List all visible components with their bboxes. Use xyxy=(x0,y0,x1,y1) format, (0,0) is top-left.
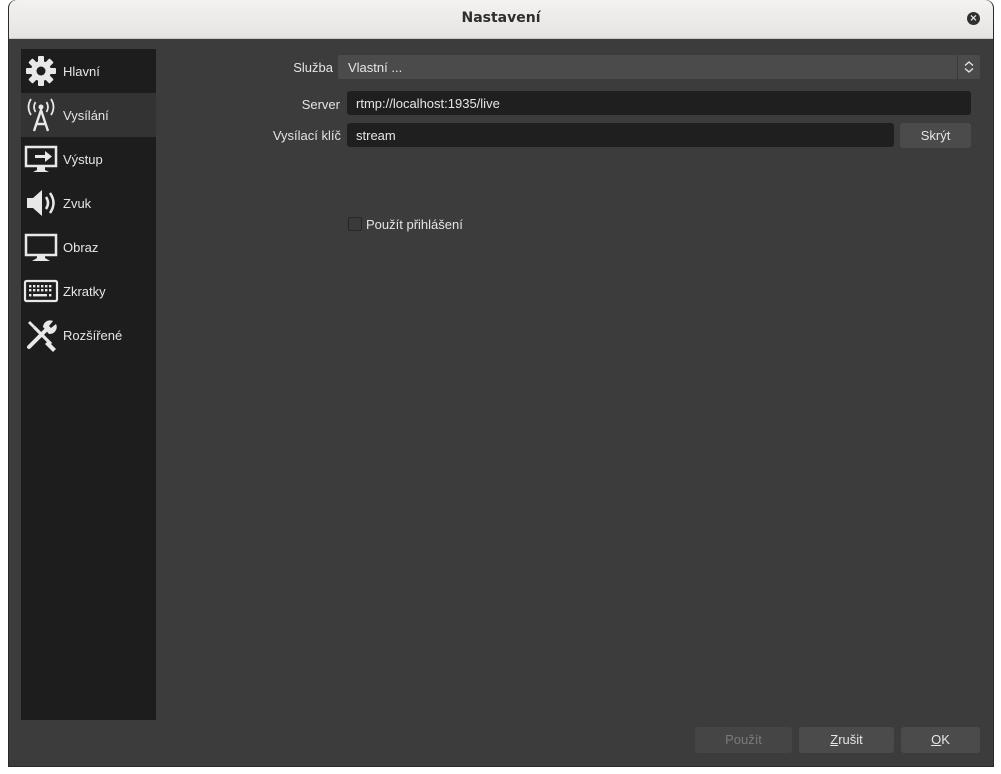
server-label: Server xyxy=(301,97,340,112)
sidebar-item-rozsirene[interactable]: Rozšířené xyxy=(21,313,156,357)
cancel-label-rest: rušit xyxy=(838,732,863,747)
stream-key-input-value: stream xyxy=(356,128,396,143)
sidebar-item-label: Zkratky xyxy=(63,283,106,299)
service-label: Služba xyxy=(293,60,333,75)
apply-button[interactable]: Použít xyxy=(695,727,792,753)
stream-key-input[interactable]: stream xyxy=(347,123,894,147)
output-monitor-icon xyxy=(23,141,59,177)
keyboard-icon xyxy=(23,273,59,309)
settings-sidebar: Hlavní Vysílání Výstup Zvuk Obraz Zkratk… xyxy=(21,49,156,720)
sidebar-item-obraz[interactable]: Obraz xyxy=(21,225,156,269)
broadcast-antenna-icon xyxy=(23,97,59,133)
close-icon[interactable]: × xyxy=(967,12,980,25)
hide-key-button[interactable]: Skrýt xyxy=(900,123,971,148)
tools-icon xyxy=(23,317,59,353)
ok-button[interactable]: OK xyxy=(901,727,980,753)
service-select-value: Vlastní ... xyxy=(348,60,403,75)
cancel-mnemonic: Z xyxy=(830,732,839,747)
window-title: Nastavení xyxy=(461,10,541,26)
service-select[interactable]: Vlastní ... xyxy=(338,55,980,79)
server-input-value: rtmp://localhost:1935/live xyxy=(356,96,500,111)
sidebar-item-vysilani[interactable]: Vysílání xyxy=(21,93,156,137)
sidebar-item-label: Hlavní xyxy=(63,63,100,79)
sidebar-item-hlavni[interactable]: Hlavní xyxy=(21,49,156,93)
settings-window: Nastavení × Hlavní Vysílání Výstup Zvuk … xyxy=(8,0,994,767)
stream-key-label: Vysílací klíč xyxy=(272,128,341,143)
sidebar-item-label: Výstup xyxy=(63,151,103,167)
ok-label-rest: K xyxy=(941,732,950,747)
sidebar-item-label: Zvuk xyxy=(63,195,92,211)
gear-icon xyxy=(23,53,59,89)
sidebar-item-vystup[interactable]: Výstup xyxy=(21,137,156,181)
sidebar-item-label: Vysílání xyxy=(63,107,109,123)
sidebar-item-zvuk[interactable]: Zvuk xyxy=(21,181,156,225)
sidebar-item-label: Obraz xyxy=(63,239,99,255)
chevron-up-down-icon xyxy=(957,55,980,79)
sidebar-item-label: Rozšířené xyxy=(63,327,123,343)
use-auth-checkbox[interactable] xyxy=(348,217,362,231)
ok-mnemonic: O xyxy=(931,732,942,747)
monitor-icon xyxy=(23,229,59,265)
speaker-icon xyxy=(23,185,59,221)
title-bar: Nastavení × xyxy=(9,0,993,39)
use-auth-label: Použít přihlášení xyxy=(366,217,463,232)
sidebar-item-zkratky[interactable]: Zkratky xyxy=(21,269,156,313)
server-input[interactable]: rtmp://localhost:1935/live xyxy=(347,91,971,115)
cancel-button[interactable]: Zrušit xyxy=(799,727,894,753)
